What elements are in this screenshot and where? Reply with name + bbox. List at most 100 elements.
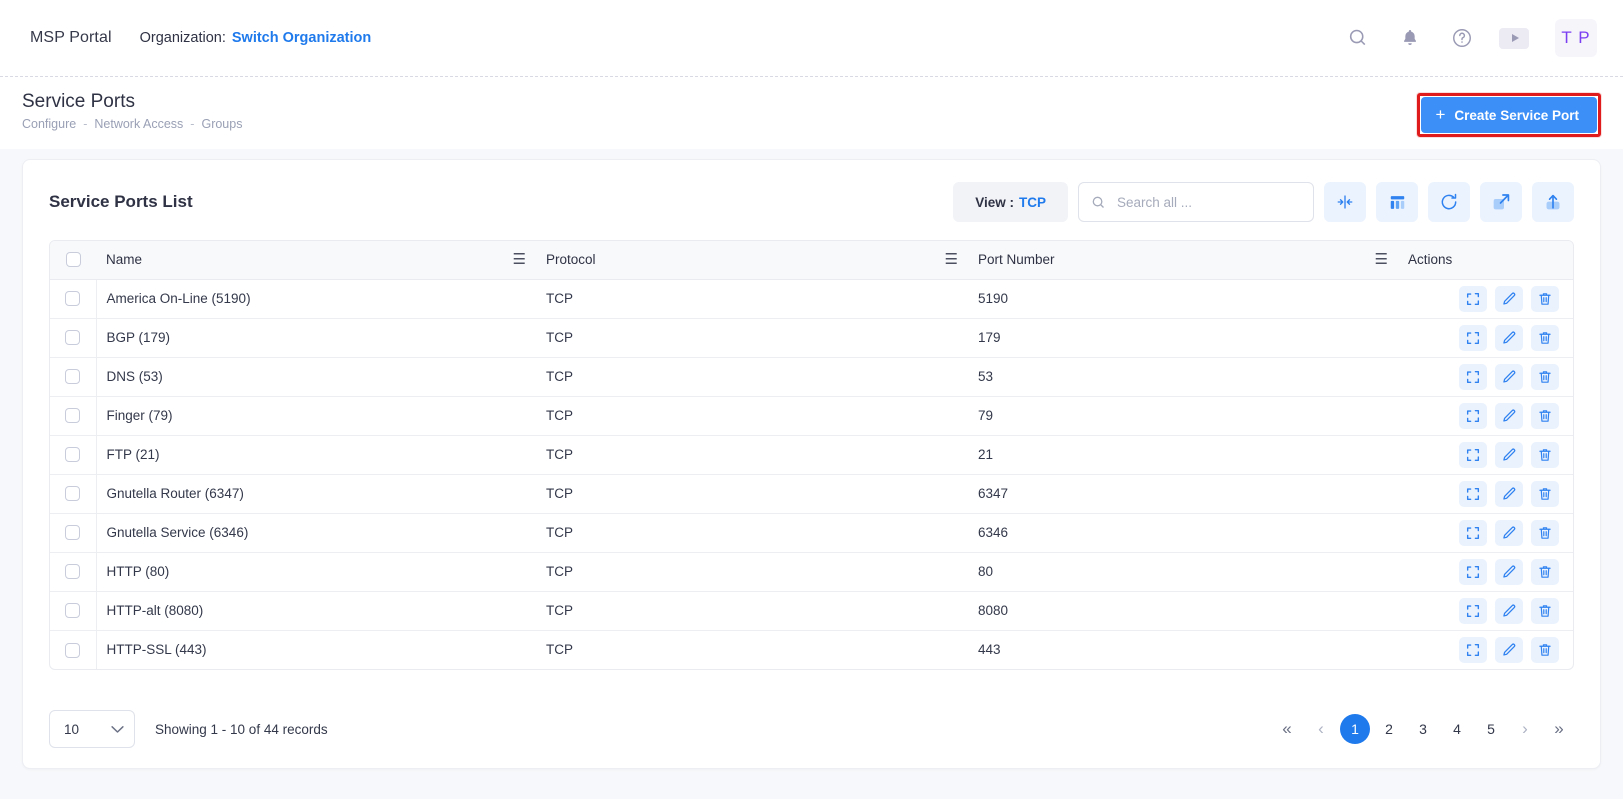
pagination-prev[interactable]: ‹ xyxy=(1306,714,1336,744)
cell-protocol: TCP xyxy=(536,435,968,474)
row-delete-icon[interactable] xyxy=(1531,481,1559,507)
row-delete-icon[interactable] xyxy=(1531,403,1559,429)
row-delete-icon[interactable] xyxy=(1531,559,1559,585)
service-ports-table: Name ☰ Protocol ☰ xyxy=(50,241,1573,669)
create-service-port-button[interactable]: + Create Service Port xyxy=(1421,97,1597,133)
row-edit-icon[interactable] xyxy=(1495,481,1523,507)
pagination-page-1[interactable]: 1 xyxy=(1340,714,1370,744)
search-input[interactable] xyxy=(1115,194,1303,211)
row-edit-icon[interactable] xyxy=(1495,520,1523,546)
row-expand-icon[interactable] xyxy=(1459,286,1487,312)
app-brand[interactable]: MSP Portal xyxy=(30,29,112,47)
table-row[interactable]: Gnutella Service (6346)TCP6346 xyxy=(50,513,1573,552)
row-expand-icon[interactable] xyxy=(1459,403,1487,429)
upload-icon[interactable] xyxy=(1532,182,1574,222)
table-row[interactable]: BGP (179)TCP179 xyxy=(50,318,1573,357)
column-header-protocol[interactable]: Protocol ☰ xyxy=(536,241,968,279)
row-edit-icon[interactable] xyxy=(1495,442,1523,468)
cell-name: HTTP-SSL (443) xyxy=(96,630,536,669)
row-delete-icon[interactable] xyxy=(1531,325,1559,351)
row-expand-icon[interactable] xyxy=(1459,520,1487,546)
pagination-page-2[interactable]: 2 xyxy=(1374,714,1404,744)
columns-icon[interactable] xyxy=(1376,182,1418,222)
table-row[interactable]: HTTP-alt (8080)TCP8080 xyxy=(50,591,1573,630)
row-checkbox[interactable] xyxy=(65,447,80,462)
row-edit-icon[interactable] xyxy=(1495,559,1523,585)
row-edit-icon[interactable] xyxy=(1495,325,1523,351)
pagination-next[interactable]: › xyxy=(1510,714,1540,744)
pagination-page-5[interactable]: 5 xyxy=(1476,714,1506,744)
row-edit-icon[interactable] xyxy=(1495,598,1523,624)
row-checkbox[interactable] xyxy=(65,408,80,423)
page-size-select[interactable]: 10 xyxy=(49,710,135,748)
table-row[interactable]: DNS (53)TCP53 xyxy=(50,357,1573,396)
avatar[interactable]: T P xyxy=(1555,19,1597,57)
row-checkbox[interactable] xyxy=(65,369,80,384)
row-delete-icon[interactable] xyxy=(1531,637,1559,663)
row-delete-icon[interactable] xyxy=(1531,520,1559,546)
row-select-cell xyxy=(50,591,96,630)
select-all-checkbox[interactable] xyxy=(66,252,81,267)
column-menu-icon[interactable]: ☰ xyxy=(1369,252,1388,267)
table-row[interactable]: Gnutella Router (6347)TCP6347 xyxy=(50,474,1573,513)
top-navigation-bar: MSP Portal Organization: Switch Organiza… xyxy=(0,0,1623,76)
bell-icon[interactable] xyxy=(1395,23,1425,53)
cell-actions xyxy=(1398,630,1573,669)
pagination-last[interactable]: » xyxy=(1544,714,1574,744)
expand-icon[interactable] xyxy=(1480,182,1522,222)
row-edit-icon[interactable] xyxy=(1495,403,1523,429)
row-delete-icon[interactable] xyxy=(1531,598,1559,624)
row-checkbox[interactable] xyxy=(65,486,80,501)
cell-port-number: 21 xyxy=(968,435,1398,474)
pagination-page-4[interactable]: 4 xyxy=(1442,714,1472,744)
row-checkbox[interactable] xyxy=(65,330,80,345)
view-selector[interactable]: View : TCP xyxy=(953,182,1068,222)
row-checkbox[interactable] xyxy=(65,643,80,658)
table-row[interactable]: Finger (79)TCP79 xyxy=(50,396,1573,435)
column-menu-icon[interactable]: ☰ xyxy=(507,252,526,267)
row-checkbox[interactable] xyxy=(65,525,80,540)
pagination-page-3[interactable]: 3 xyxy=(1408,714,1438,744)
table-row[interactable]: America On-Line (5190)TCP5190 xyxy=(50,279,1573,318)
breadcrumb-item-network-access[interactable]: Network Access xyxy=(94,117,183,131)
search-box[interactable] xyxy=(1078,182,1314,222)
row-checkbox[interactable] xyxy=(65,603,80,618)
video-icon[interactable] xyxy=(1499,23,1529,53)
row-select-cell xyxy=(50,318,96,357)
row-select-cell xyxy=(50,279,96,318)
row-checkbox[interactable] xyxy=(65,291,80,306)
row-edit-icon[interactable] xyxy=(1495,286,1523,312)
table-row[interactable]: HTTP-SSL (443)TCP443 xyxy=(50,630,1573,669)
row-edit-icon[interactable] xyxy=(1495,364,1523,390)
column-menu-icon[interactable]: ☰ xyxy=(939,252,958,267)
row-delete-icon[interactable] xyxy=(1531,442,1559,468)
row-expand-icon[interactable] xyxy=(1459,637,1487,663)
breadcrumb-item-configure[interactable]: Configure xyxy=(22,117,76,131)
column-header-name[interactable]: Name ☰ xyxy=(96,241,536,279)
help-icon[interactable] xyxy=(1447,23,1477,53)
switch-organization-link[interactable]: Switch Organization xyxy=(232,30,371,46)
select-all-header xyxy=(50,241,96,279)
pagination-first[interactable]: « xyxy=(1272,714,1302,744)
row-expand-icon[interactable] xyxy=(1459,598,1487,624)
view-value: TCP xyxy=(1019,195,1046,210)
table-row[interactable]: FTP (21)TCP21 xyxy=(50,435,1573,474)
card-header: Service Ports List View : TCP xyxy=(23,160,1600,236)
row-expand-icon[interactable] xyxy=(1459,442,1487,468)
refresh-icon[interactable] xyxy=(1428,182,1470,222)
row-expand-icon[interactable] xyxy=(1459,325,1487,351)
table-header-row: Name ☰ Protocol ☰ xyxy=(50,241,1573,279)
row-checkbox[interactable] xyxy=(65,564,80,579)
row-expand-icon[interactable] xyxy=(1459,481,1487,507)
column-header-port-number[interactable]: Port Number ☰ xyxy=(968,241,1398,279)
row-expand-icon[interactable] xyxy=(1459,559,1487,585)
search-icon[interactable] xyxy=(1343,23,1373,53)
row-expand-icon[interactable] xyxy=(1459,364,1487,390)
row-edit-icon[interactable] xyxy=(1495,637,1523,663)
table-row[interactable]: HTTP (80)TCP80 xyxy=(50,552,1573,591)
row-delete-icon[interactable] xyxy=(1531,364,1559,390)
cell-actions xyxy=(1398,591,1573,630)
row-delete-icon[interactable] xyxy=(1531,286,1559,312)
breadcrumb-item-groups[interactable]: Groups xyxy=(201,117,242,131)
fit-columns-icon[interactable] xyxy=(1324,182,1366,222)
